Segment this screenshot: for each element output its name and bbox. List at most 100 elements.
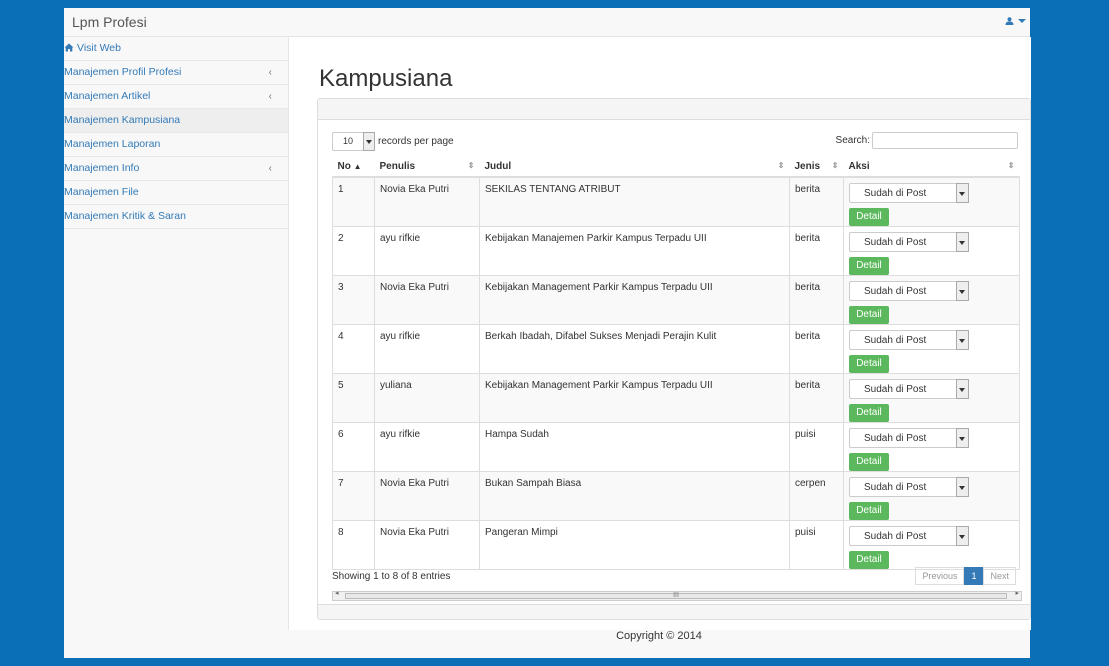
user-dropdown[interactable] <box>1005 15 1026 27</box>
table-row: 1 Novia Eka Putri SEKILAS TENTANG ATRIBU… <box>332 177 1020 227</box>
table-row: 6 ayu rifkie Hampa Sudah puisi Sudah di … <box>332 422 1020 472</box>
search-input[interactable] <box>872 132 1018 149</box>
sidebar-item-kampusiana[interactable]: Manajemen Kampusiana <box>64 109 288 133</box>
status-select[interactable]: Sudah di Post <box>849 281 969 301</box>
panel-footer <box>318 604 1030 619</box>
status-select-value: Sudah di Post <box>864 335 927 346</box>
sidebar-item-laporan[interactable]: Manajemen Laporan <box>64 133 288 157</box>
column-header-label: Penulis <box>379 160 416 172</box>
cell-aksi: Sudah di Post Detail <box>843 177 1020 227</box>
cell-no: 8 <box>332 520 375 570</box>
chevron-down-icon <box>956 281 969 301</box>
column-header-aksi[interactable]: Aksi ⇕ <box>843 156 1020 178</box>
pagination: Previous 1 Next <box>915 567 1016 585</box>
status-select[interactable]: Sudah di Post <box>849 183 969 203</box>
cell-no: 1 <box>332 177 375 227</box>
cell-judul: Pangeran Mimpi <box>479 520 790 570</box>
sidebar-item-visit-web[interactable]: Visit Web <box>64 37 288 61</box>
status-select[interactable]: Sudah di Post <box>849 232 969 252</box>
app-window: Lpm Profesi Visit Web Manajemen Profil P… <box>64 8 1031 658</box>
column-header-jenis[interactable]: Jenis ⇕ <box>789 156 844 178</box>
sort-asc-icon: ▲ <box>353 161 362 171</box>
sidebar-item-file[interactable]: Manajemen File <box>64 181 288 205</box>
column-header-judul[interactable]: Judul ⇕ <box>479 156 790 178</box>
chevron-down-icon <box>956 379 969 399</box>
column-header-no[interactable]: No ▲ <box>332 156 375 178</box>
search-label: Search: <box>835 135 870 146</box>
cell-aksi: Sudah di Post Detail <box>843 471 1020 521</box>
scroll-left-icon[interactable]: ◂ <box>335 589 339 597</box>
column-header-label: Judul <box>484 160 512 172</box>
cell-judul: Kebijakan Management Parkir Kampus Terpa… <box>479 373 790 423</box>
status-select[interactable]: Sudah di Post <box>849 526 969 546</box>
sidebar-item-info[interactable]: Manajemen Info ‹ <box>64 157 288 181</box>
sidebar-item-profil-profesi[interactable]: Manajemen Profil Profesi ‹ <box>64 61 288 85</box>
cell-jenis: berita <box>789 324 844 374</box>
sidebar-item-label: Manajemen Kampusiana <box>64 114 181 126</box>
cell-no: 4 <box>332 324 375 374</box>
sidebar-item-label: Manajemen Laporan <box>64 138 161 150</box>
cell-jenis: puisi <box>789 520 844 570</box>
home-icon <box>64 43 74 52</box>
chevron-down-icon <box>956 330 969 350</box>
previous-button[interactable]: Previous <box>915 567 965 585</box>
scroll-right-icon[interactable]: ▸ <box>1015 589 1019 597</box>
cell-judul: Kebijakan Manajemen Parkir Kampus Terpad… <box>479 226 790 276</box>
status-select-value: Sudah di Post <box>864 188 927 199</box>
detail-button[interactable]: Detail <box>849 355 889 373</box>
kampusiana-table: No ▲ Penulis ⇕ Judul ⇕ Jenis ⇕ Aksi ⇕ 1 Novi… <box>332 156 1020 570</box>
status-select-value: Sudah di Post <box>864 531 927 542</box>
page-title: Kampusiana <box>319 65 453 92</box>
horizontal-scrollbar[interactable]: ◂ III ▸ <box>332 589 1022 601</box>
status-select[interactable]: Sudah di Post <box>849 428 969 448</box>
detail-button[interactable]: Detail <box>849 404 889 422</box>
cell-jenis: berita <box>789 226 844 276</box>
cell-aksi: Sudah di Post Detail <box>843 520 1020 570</box>
cell-jenis: berita <box>789 275 844 325</box>
cell-jenis: berita <box>789 373 844 423</box>
page-button-current[interactable]: 1 <box>964 567 984 585</box>
detail-button[interactable]: Detail <box>849 453 889 471</box>
status-select[interactable]: Sudah di Post <box>849 477 969 497</box>
scrollbar-thumb[interactable]: III <box>345 592 1007 599</box>
table-info: Showing 1 to 8 of 8 entries <box>332 571 451 582</box>
detail-button[interactable]: Detail <box>849 502 889 520</box>
sort-icon: ⇕ <box>777 161 785 170</box>
sidebar-item-label: Manajemen Profil Profesi <box>64 66 182 78</box>
column-header-label: No <box>337 160 351 172</box>
top-navbar: Lpm Profesi <box>64 8 1030 37</box>
brand-link[interactable]: Lpm Profesi <box>72 14 147 30</box>
cell-penulis: Novia Eka Putri <box>374 471 480 521</box>
sort-icon: ⇕ <box>467 161 475 170</box>
cell-judul: Bukan Sampah Biasa <box>479 471 790 521</box>
column-header-penulis[interactable]: Penulis ⇕ <box>374 156 480 178</box>
records-per-page-select[interactable]: 10 <box>332 132 364 151</box>
cell-no: 7 <box>332 471 375 521</box>
table-header-row: No ▲ Penulis ⇕ Judul ⇕ Jenis ⇕ Aksi ⇕ <box>332 156 1020 178</box>
table-row: 7 Novia Eka Putri Bukan Sampah Biasa cer… <box>332 471 1020 521</box>
cell-aksi: Sudah di Post Detail <box>843 275 1020 325</box>
cell-penulis: ayu rifkie <box>374 422 480 472</box>
cell-penulis: Novia Eka Putri <box>374 275 480 325</box>
detail-button[interactable]: Detail <box>849 551 889 569</box>
status-select[interactable]: Sudah di Post <box>849 330 969 350</box>
sidebar-item-label: Manajemen Kritik & Saran <box>64 210 186 222</box>
cell-no: 3 <box>332 275 375 325</box>
detail-button[interactable]: Detail <box>849 306 889 324</box>
chevron-down-icon <box>956 477 969 497</box>
status-select[interactable]: Sudah di Post <box>849 379 969 399</box>
table-panel: 10 records per page Search: No ▲ Penulis ⇕… <box>317 98 1031 620</box>
chevron-down-icon <box>956 183 969 203</box>
status-select-value: Sudah di Post <box>864 482 927 493</box>
sidebar-item-artikel[interactable]: Manajemen Artikel ‹ <box>64 85 288 109</box>
detail-button[interactable]: Detail <box>849 208 889 226</box>
cell-jenis: cerpen <box>789 471 844 521</box>
chevron-down-icon[interactable] <box>363 132 375 151</box>
panel-heading <box>318 99 1030 120</box>
user-icon <box>1005 17 1014 26</box>
table-row: 4 ayu rifkie Berkah Ibadah, Difabel Suks… <box>332 324 1020 374</box>
next-button[interactable]: Next <box>983 567 1016 585</box>
sidebar-item-kritik-saran[interactable]: Manajemen Kritik & Saran <box>64 205 288 229</box>
cell-penulis: Novia Eka Putri <box>374 177 480 227</box>
detail-button[interactable]: Detail <box>849 257 889 275</box>
